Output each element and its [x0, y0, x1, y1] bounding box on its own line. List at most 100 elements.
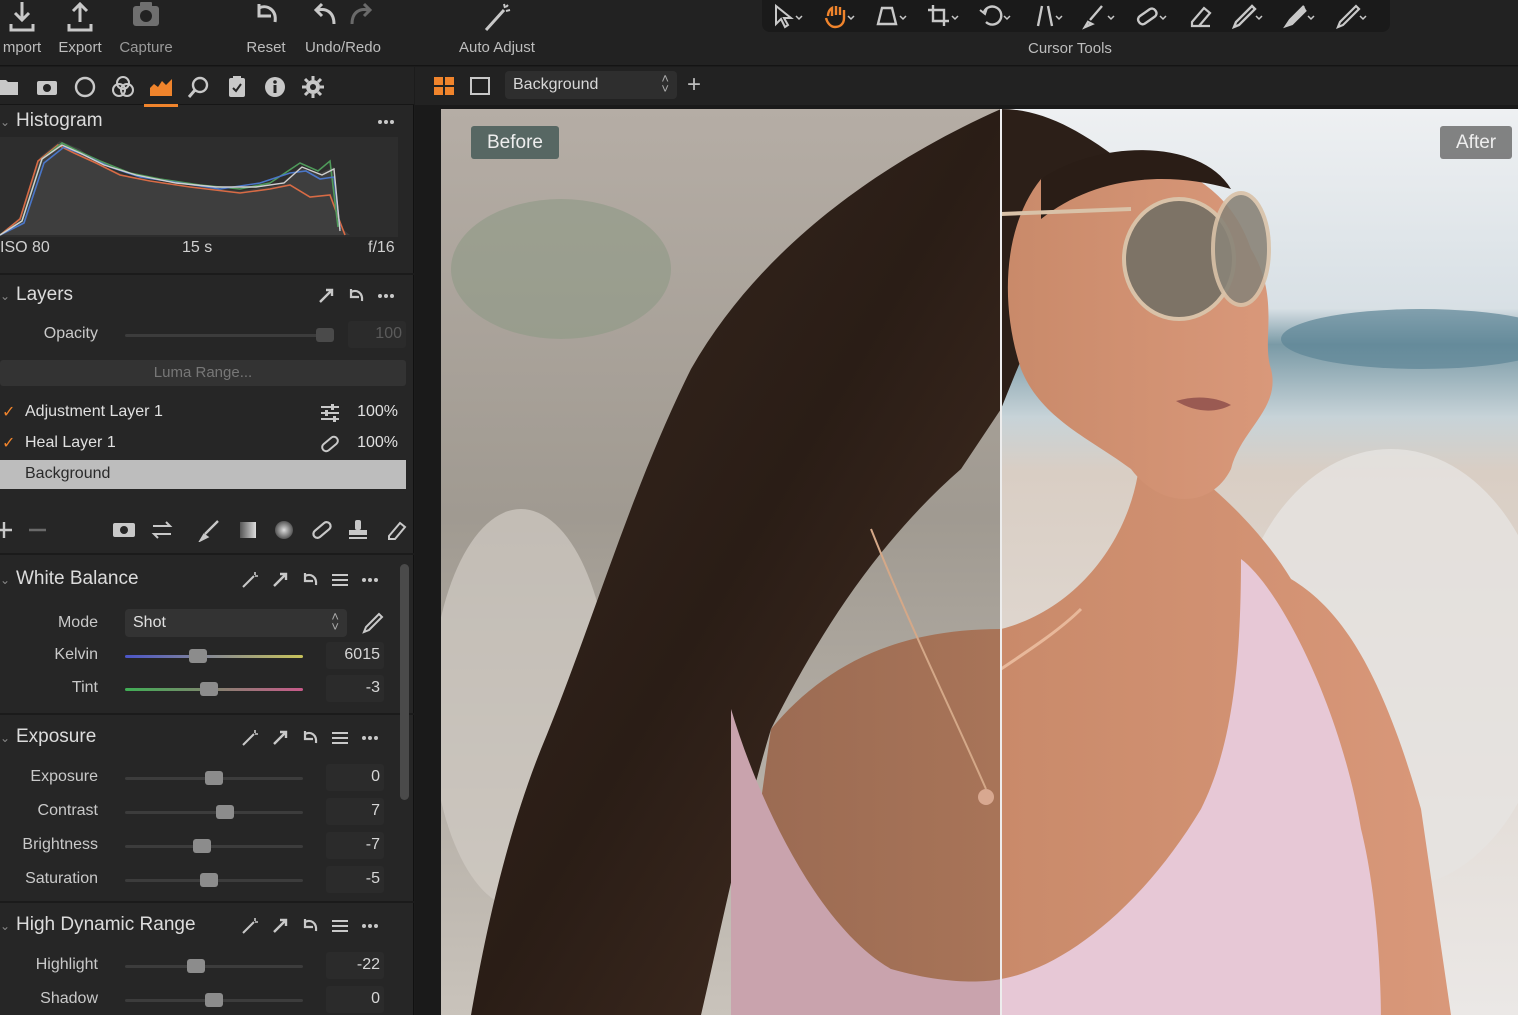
- details-tab-icon[interactable]: [186, 74, 212, 100]
- collapse-chevron-icon[interactable]: ⌄: [0, 731, 10, 745]
- color-tab-icon[interactable]: [110, 74, 136, 100]
- swap-icon[interactable]: [150, 518, 174, 542]
- erase-mask-icon[interactable]: [384, 518, 408, 542]
- auto-icon[interactable]: [240, 916, 260, 936]
- heal-brush-icon[interactable]: [310, 518, 334, 542]
- linear-gradient-icon[interactable]: [236, 518, 260, 542]
- eraser-icon[interactable]: [1184, 2, 1222, 30]
- tint-value[interactable]: -3: [326, 675, 384, 702]
- layer-select[interactable]: Background ˄ ˅: [505, 71, 677, 99]
- slider-value[interactable]: -5: [326, 866, 384, 893]
- kelvin-slider-thumb[interactable]: [188, 649, 207, 663]
- slider-value[interactable]: 0: [326, 986, 384, 1013]
- layer-enabled-checkmark-icon[interactable]: ✓: [2, 433, 15, 453]
- contrast-slider[interactable]: [125, 805, 303, 819]
- more-options-icon[interactable]: [360, 728, 380, 748]
- expand-icon[interactable]: [270, 916, 290, 936]
- presets-menu-icon[interactable]: [330, 916, 350, 936]
- expand-icon[interactable]: [316, 286, 336, 306]
- collapse-chevron-icon[interactable]: ⌄: [0, 919, 10, 933]
- slider-value[interactable]: -22: [326, 952, 384, 979]
- tint-slider[interactable]: [125, 682, 303, 696]
- wb-picker-icon[interactable]: [360, 611, 384, 635]
- collapse-chevron-icon[interactable]: ⌄: [0, 115, 10, 129]
- highlight-slider-thumb[interactable]: [187, 959, 206, 973]
- shadow-slider[interactable]: [125, 993, 303, 1007]
- more-options-icon[interactable]: [376, 112, 396, 132]
- collapse-chevron-icon[interactable]: ⌄: [0, 289, 10, 303]
- crop-icon[interactable]: [924, 2, 962, 30]
- color-picker-icon[interactable]: [1228, 2, 1266, 30]
- slider-value[interactable]: 0: [326, 764, 384, 791]
- layer-row-selected[interactable]: Background: [0, 460, 406, 489]
- adjustments-tab-icon[interactable]: [224, 74, 250, 100]
- multi-view-icon[interactable]: [433, 76, 455, 96]
- rotate-icon[interactable]: [976, 2, 1014, 30]
- exposure-slider-thumb[interactable]: [205, 771, 223, 785]
- more-options-icon[interactable]: [376, 286, 396, 306]
- panel-scrollbar[interactable]: [400, 564, 409, 800]
- wb-mode-select[interactable]: Shot ˄ ˅: [125, 609, 347, 637]
- kelvin-slider[interactable]: [125, 649, 303, 663]
- metadata-tab-icon[interactable]: [262, 74, 288, 100]
- expand-icon[interactable]: [270, 728, 290, 748]
- undo-redo-button[interactable]: Undo/Redo: [299, 0, 387, 57]
- histogram-header[interactable]: ⌄ Histogram: [0, 105, 410, 139]
- layers-header[interactable]: ⌄ Layers: [0, 279, 410, 313]
- reset-icon[interactable]: [300, 916, 320, 936]
- layer-row[interactable]: ✓ Heal Layer 1 100%: [0, 429, 406, 458]
- radial-gradient-icon[interactable]: [272, 518, 296, 542]
- auto-adjust-button[interactable]: Auto Adjust: [452, 0, 542, 57]
- tint-slider-thumb[interactable]: [199, 682, 218, 696]
- hdr-header[interactable]: ⌄ High Dynamic Range: [0, 909, 410, 943]
- slider-value[interactable]: 7: [326, 798, 384, 825]
- exposure-slider[interactable]: [125, 771, 303, 785]
- library-tab-icon[interactable]: [0, 74, 22, 100]
- add-layer-icon[interactable]: [0, 518, 20, 542]
- pan-hand-icon[interactable]: [820, 2, 858, 30]
- luma-range-button[interactable]: Luma Range...: [0, 360, 406, 386]
- reset-icon[interactable]: [300, 570, 320, 590]
- highlight-slider[interactable]: [125, 959, 303, 973]
- more-options-icon[interactable]: [360, 916, 380, 936]
- brightness-slider[interactable]: [125, 839, 303, 853]
- exposure-tab-icon[interactable]: [144, 74, 178, 107]
- add-layer-plus-icon[interactable]: +: [687, 73, 701, 97]
- clone-stamp-icon[interactable]: [346, 518, 370, 542]
- capture-tab-icon[interactable]: [34, 74, 60, 100]
- shadow-slider-thumb[interactable]: [205, 993, 223, 1007]
- import-button[interactable]: mport: [0, 0, 44, 57]
- reset-icon[interactable]: [300, 728, 320, 748]
- collapse-chevron-icon[interactable]: ⌄: [0, 573, 10, 587]
- show-mask-icon[interactable]: [112, 518, 136, 542]
- auto-icon[interactable]: [240, 728, 260, 748]
- exposure-header[interactable]: ⌄ Exposure: [0, 721, 410, 755]
- presets-menu-icon[interactable]: [330, 728, 350, 748]
- settings-tab-icon[interactable]: [300, 74, 326, 100]
- capture-button[interactable]: Capture: [114, 0, 178, 57]
- more-options-icon[interactable]: [360, 570, 380, 590]
- saturation-slider[interactable]: [125, 873, 303, 887]
- layer-enabled-checkmark-icon[interactable]: ✓: [2, 402, 15, 422]
- remove-layer-icon[interactable]: [26, 518, 50, 542]
- opacity-value[interactable]: 100: [348, 321, 406, 348]
- slider-value[interactable]: -7: [326, 832, 384, 859]
- select-cursor-icon[interactable]: [768, 2, 806, 30]
- annotate-icon[interactable]: [1280, 2, 1318, 30]
- pen-icon[interactable]: [1332, 2, 1370, 30]
- single-view-icon[interactable]: [469, 76, 491, 96]
- reset-button[interactable]: Reset: [242, 0, 290, 57]
- white-balance-header[interactable]: ⌄ White Balance: [0, 563, 410, 597]
- loupe-icon[interactable]: [872, 2, 910, 30]
- opacity-slider[interactable]: [125, 328, 334, 342]
- layer-row[interactable]: ✓ Adjustment Layer 1 100%: [0, 398, 406, 427]
- export-button[interactable]: Export: [54, 0, 106, 57]
- auto-icon[interactable]: [240, 570, 260, 590]
- presets-menu-icon[interactable]: [330, 570, 350, 590]
- contrast-slider-thumb[interactable]: [215, 805, 234, 819]
- brush-icon[interactable]: [1080, 2, 1118, 30]
- draw-mask-icon[interactable]: [197, 518, 222, 543]
- keystone-icon[interactable]: [1028, 2, 1066, 30]
- kelvin-value[interactable]: 6015: [326, 642, 384, 669]
- heal-icon[interactable]: [1132, 2, 1170, 30]
